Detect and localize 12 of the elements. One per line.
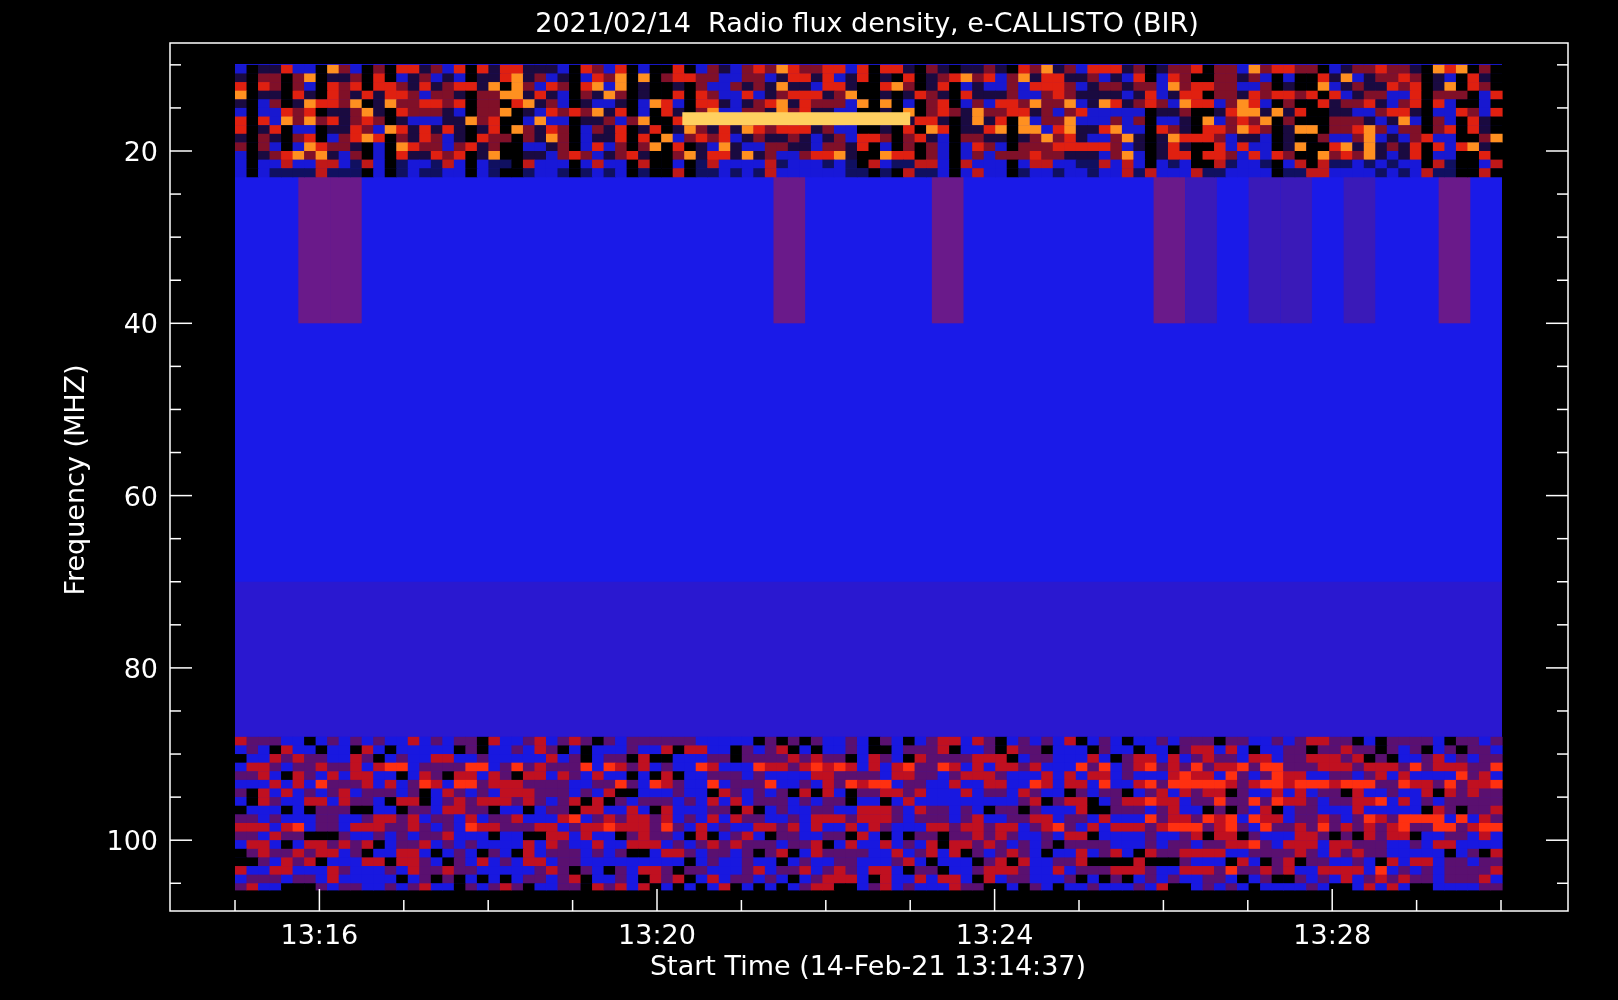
- tick-label: 13:20: [618, 919, 696, 950]
- axis-label: Frequency (MHZ): [59, 364, 90, 596]
- tick-label: 40: [123, 308, 158, 340]
- tick-label: 100: [106, 825, 158, 857]
- tick-label: 13:24: [955, 919, 1034, 950]
- tick-label: 13:28: [1293, 919, 1372, 950]
- tick-label: 13:16: [280, 919, 359, 950]
- chart-title: 2021/02/14 Radio flux density, e-CALLISTO (BIR): [535, 7, 1199, 38]
- tick-label: 20: [123, 136, 158, 167]
- tick-label: 60: [123, 480, 158, 512]
- axis-label: Start Time (14-Feb-21 13:14:37): [649, 950, 1087, 981]
- tick-label: 80: [123, 652, 158, 684]
